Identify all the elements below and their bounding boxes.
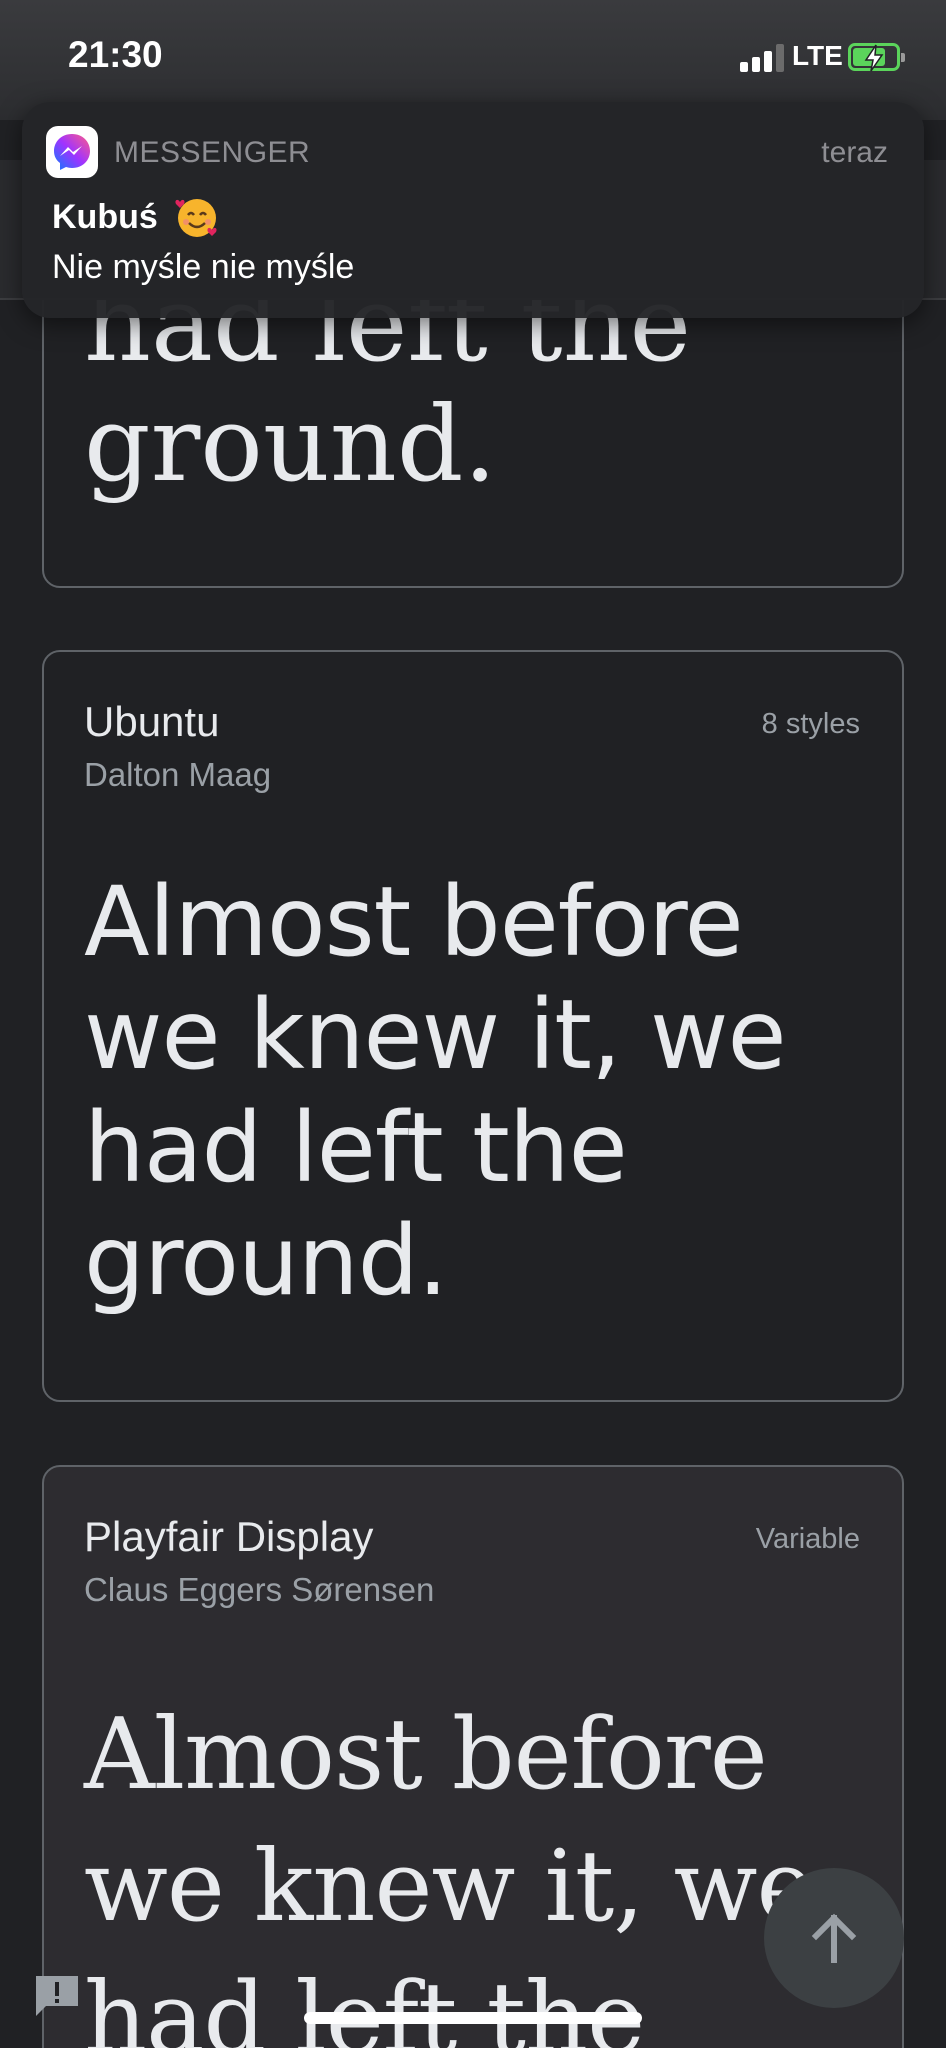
font-title: Ubuntu [84, 698, 220, 745]
font-title: Playfair Display [84, 1513, 374, 1560]
screen: had left the ground. 21:30 LTE MESSENGER… [0, 0, 946, 2048]
notification-time: teraz [821, 136, 888, 169]
preview-line: we knew it, we [84, 1830, 814, 1944]
notification-sender: Kubuś [52, 198, 158, 236]
preview-line: ground. [84, 383, 497, 505]
smiling-face-with-hearts-icon [175, 199, 217, 237]
messenger-icon [46, 126, 98, 178]
font-variable-badge: Variable [755, 1523, 860, 1555]
home-indicator[interactable] [304, 2012, 642, 2024]
font-author: Claus Eggers Sørensen [84, 1571, 435, 1608]
feedback-icon[interactable] [32, 1972, 82, 2020]
font-author: Dalton Maag [84, 756, 272, 793]
notification-app-name: MESSENGER [114, 136, 311, 169]
messenger-notification[interactable]: MESSENGER teraz Kubuś Nie myśle nie myśl… [22, 102, 924, 318]
preview-line: we knew it, we [84, 979, 787, 1091]
font-styles-count: 8 styles [761, 708, 860, 740]
network-label: LTE [792, 40, 843, 71]
battery-icon [848, 43, 905, 72]
font-card-ubuntu[interactable]: Ubuntu Dalton Maag 8 styles Almost befor… [42, 650, 904, 1402]
arrow-up-icon [811, 1913, 857, 1963]
preview-line: ground. [84, 1205, 448, 1317]
signal-icon [740, 44, 784, 72]
notification-message: Nie myśle nie myśle [52, 248, 355, 286]
status-time: 21:30 [68, 34, 163, 75]
preview-line: had left the [84, 1962, 645, 2048]
scroll-to-top-button[interactable] [764, 1868, 904, 2008]
preview-line: Almost before [84, 866, 744, 978]
preview-line: Almost before [84, 1698, 768, 1812]
preview-line: had left the [84, 1092, 628, 1204]
